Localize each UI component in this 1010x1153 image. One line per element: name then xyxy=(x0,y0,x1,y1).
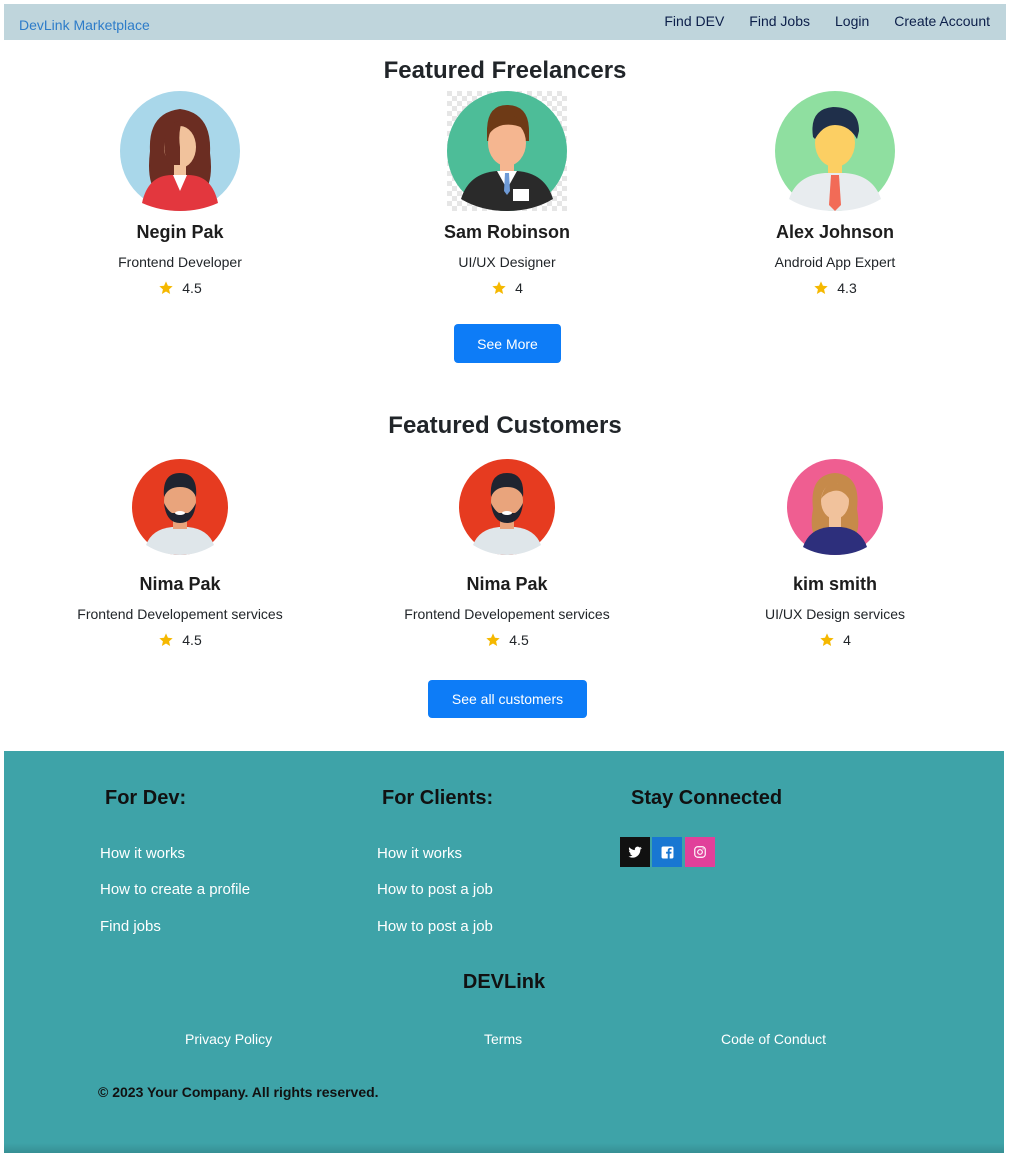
rating-value: 4 xyxy=(843,632,851,648)
customer-card[interactable]: Nima Pak Frontend Developement services … xyxy=(15,459,345,648)
card-role: UI/UX Designer xyxy=(458,254,556,270)
footer: For Dev: How it works How to create a pr… xyxy=(4,751,1004,1153)
nav-create-account[interactable]: Create Account xyxy=(894,13,990,29)
nav-find-dev[interactable]: Find DEV xyxy=(664,13,724,29)
avatar xyxy=(775,91,895,211)
footer-brand: DEVLink xyxy=(462,971,546,993)
rating: 4 xyxy=(670,632,1000,648)
footer-shadow xyxy=(4,1143,1004,1153)
see-more-button[interactable]: See More xyxy=(454,324,561,363)
footer-dev-link-create-profile[interactable]: How to create a profile xyxy=(100,881,250,898)
card-name: Sam Robinson xyxy=(443,222,570,242)
freelancer-card[interactable]: Sam Robinson UI/UX Designer 4 xyxy=(342,91,672,296)
star-icon xyxy=(814,281,828,294)
rating-value: 4.5 xyxy=(182,280,202,296)
facebook-icon[interactable] xyxy=(652,837,682,867)
rating-value: 4.5 xyxy=(509,632,529,648)
customer-card[interactable]: Nima Pak Frontend Developement services … xyxy=(342,459,672,648)
card-name: Nima Pak xyxy=(466,574,548,594)
footer-dev-title: For Dev: xyxy=(105,787,187,809)
rating-value: 4 xyxy=(515,280,523,296)
copyright-text: © 2023 Your Company. All rights reserved… xyxy=(98,1084,379,1100)
card-name: kim smith xyxy=(792,574,878,594)
privacy-policy-link[interactable]: Privacy Policy xyxy=(185,1031,272,1047)
footer-clients-link-post-job[interactable]: How to post a job xyxy=(377,881,493,898)
nav-login[interactable]: Login xyxy=(835,13,869,29)
nav-links: Find DEV Find Jobs Login Create Account xyxy=(639,13,990,29)
star-icon xyxy=(492,281,506,294)
see-all-customers-button[interactable]: See all customers xyxy=(428,680,587,718)
avatar xyxy=(787,459,883,555)
freelancers-title: Featured Freelancers xyxy=(383,57,627,84)
rating: 4.5 xyxy=(15,280,345,296)
card-role: Android App Expert xyxy=(774,254,896,270)
footer-dev-link-how-it-works[interactable]: How it works xyxy=(100,845,185,862)
avatar xyxy=(120,91,240,211)
card-name: Negin Pak xyxy=(136,222,224,242)
footer-dev-link-find-jobs[interactable]: Find jobs xyxy=(100,918,161,935)
footer-social-title: Stay Connected xyxy=(631,787,783,809)
card-name: Nima Pak xyxy=(139,574,221,594)
rating: 4.3 xyxy=(670,280,1000,296)
star-icon xyxy=(159,281,173,294)
rating-value: 4.5 xyxy=(182,632,202,648)
card-role: Frontend Developer xyxy=(118,254,242,270)
rating: 4 xyxy=(342,280,672,296)
twitter-icon[interactable] xyxy=(620,837,650,867)
avatar xyxy=(132,459,228,555)
rating-value: 4.3 xyxy=(837,280,857,296)
customer-card[interactable]: kim smith UI/UX Design services 4 xyxy=(670,459,1000,648)
instagram-icon[interactable] xyxy=(685,837,715,867)
avatar xyxy=(459,459,555,555)
footer-clients-link-how-it-works[interactable]: How it works xyxy=(377,845,462,862)
terms-link[interactable]: Terms xyxy=(484,1031,522,1047)
card-role: Frontend Developement services xyxy=(77,606,283,622)
card-role: Frontend Developement services xyxy=(404,606,610,622)
star-icon xyxy=(486,633,500,646)
brand-link[interactable]: DevLink Marketplace xyxy=(19,17,150,33)
nav-find-jobs[interactable]: Find Jobs xyxy=(749,13,810,29)
avatar xyxy=(447,91,567,211)
footer-clients-link-post-job-2[interactable]: How to post a job xyxy=(377,918,493,935)
footer-clients-title: For Clients: xyxy=(382,787,494,809)
card-role: UI/UX Design services xyxy=(764,606,906,622)
freelancer-card[interactable]: Alex Johnson Android App Expert 4.3 xyxy=(670,91,1000,296)
star-icon xyxy=(159,633,173,646)
card-name: Alex Johnson xyxy=(775,222,895,242)
code-of-conduct-link[interactable]: Code of Conduct xyxy=(721,1031,826,1047)
rating: 4.5 xyxy=(15,632,345,648)
freelancer-card[interactable]: Negin Pak Frontend Developer 4.5 xyxy=(15,91,345,296)
customers-title: Featured Customers xyxy=(388,412,622,439)
navbar: DevLink Marketplace Find DEV Find Jobs L… xyxy=(4,4,1006,40)
star-icon xyxy=(820,633,834,646)
rating: 4.5 xyxy=(342,632,672,648)
